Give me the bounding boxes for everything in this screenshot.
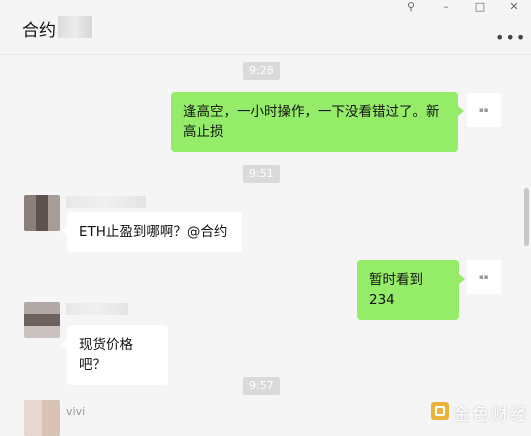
avatar-placeholder-icon: ▪▪ bbox=[479, 273, 489, 281]
message-text: 现货价格吧？ bbox=[79, 337, 133, 373]
timestamp: 9:57 bbox=[243, 377, 280, 395]
more-options-icon[interactable]: ••• bbox=[495, 28, 526, 47]
message-bubble-me[interactable]: 暂时看到234 bbox=[357, 260, 465, 320]
message-bubble-me[interactable]: 逢高空，一小时操作，一下没看错过了。新高止损 bbox=[171, 92, 464, 152]
timestamp: 9:28 bbox=[243, 62, 280, 80]
chat-title: 合约 bbox=[22, 21, 56, 41]
message-text: 逢高空，一小时操作，一下没看错过了。新高止损 bbox=[183, 104, 440, 140]
message-bubble-other[interactable]: 现货价格吧？ bbox=[61, 325, 168, 385]
my-avatar[interactable]: ▪▪ bbox=[467, 260, 501, 294]
minimize-icon[interactable]: – bbox=[435, 0, 457, 14]
contact-avatar[interactable] bbox=[24, 400, 60, 436]
maximize-icon[interactable]: □ bbox=[469, 0, 491, 14]
sender-name: vivi bbox=[66, 405, 86, 418]
scrollbar[interactable] bbox=[524, 188, 529, 246]
contact-avatar[interactable] bbox=[24, 195, 60, 231]
title-blur bbox=[58, 16, 92, 38]
my-avatar[interactable]: ▪▪ bbox=[467, 93, 501, 127]
timestamp: 9:51 bbox=[243, 165, 280, 183]
sender-name-blurred bbox=[66, 303, 128, 315]
avatar-placeholder-icon: ▪▪ bbox=[479, 106, 489, 114]
message-text: 暂时看到234 bbox=[369, 272, 423, 308]
close-icon[interactable]: ✕ bbox=[503, 0, 525, 14]
contact-avatar[interactable] bbox=[24, 302, 60, 338]
watermark-text: 金色财经 bbox=[453, 405, 529, 425]
pin-icon[interactable]: ⚲ bbox=[400, 0, 422, 14]
chat-header: 合约 ⚲ – □ ✕ ••• bbox=[0, 0, 531, 55]
sender-name-blurred bbox=[66, 196, 146, 208]
message-bubble-other[interactable]: ETH止盈到哪啊？@合约 bbox=[61, 212, 242, 252]
watermark-logo-icon bbox=[431, 402, 449, 420]
message-text: ETH止盈到哪啊？@合约 bbox=[79, 224, 228, 240]
